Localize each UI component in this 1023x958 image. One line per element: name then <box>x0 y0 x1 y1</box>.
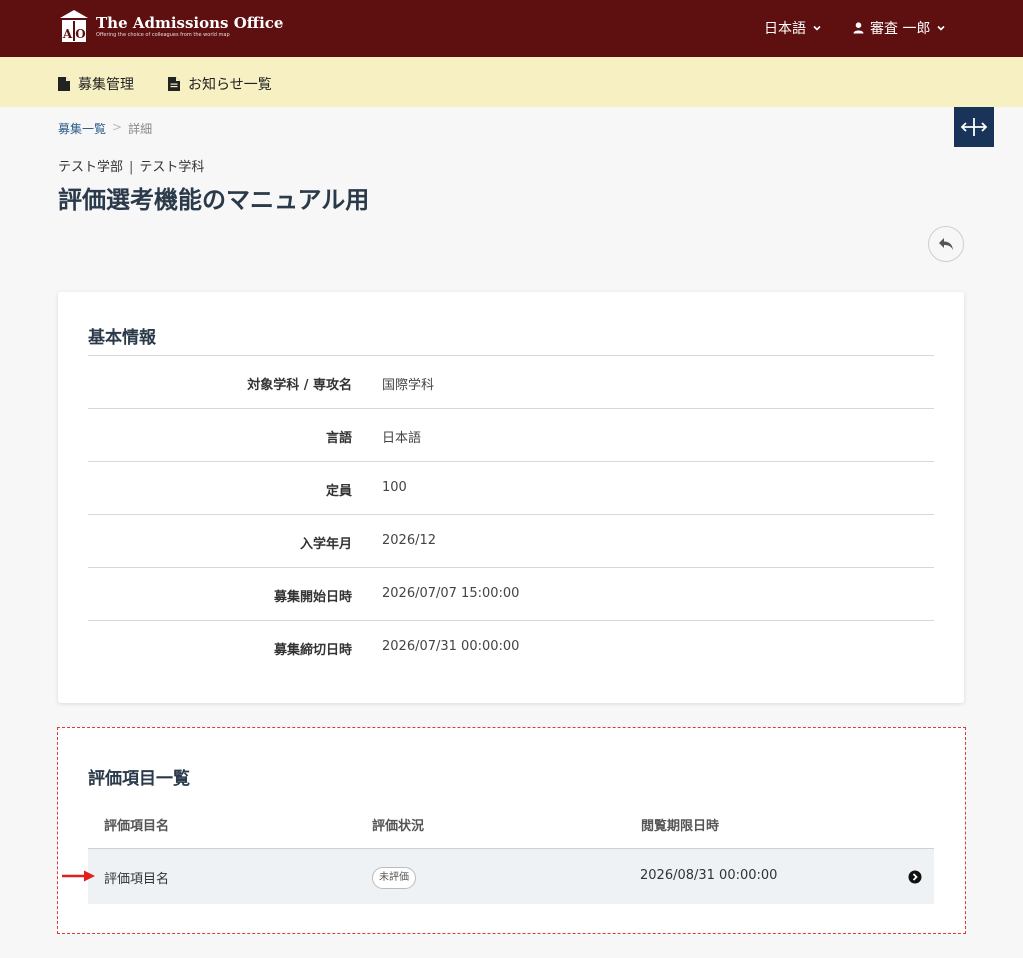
info-label: 言語 <box>325 431 352 446</box>
info-row-capacity: 定員 100 <box>88 461 934 514</box>
basic-info-table: 対象学科 / 専攻名 国際学科 言語 日本語 定員 100 入学年月 2026/… <box>88 355 934 673</box>
chevron-down-icon <box>813 25 821 31</box>
info-row-department: 対象学科 / 専攻名 国際学科 <box>88 355 934 408</box>
user-name: 審査 一郎 <box>870 21 931 37</box>
back-button[interactable] <box>928 226 964 262</box>
info-row-enrollment: 入学年月 2026/12 <box>88 514 934 567</box>
info-row-deadline: 募集締切日時 2026/07/31 00:00:00 <box>88 620 934 673</box>
faculty-name: テスト学部 <box>58 160 124 175</box>
page-subtitle: テスト学部 | テスト学科 <box>58 156 204 175</box>
user-icon <box>853 22 864 34</box>
logo-letter-o: O <box>75 27 85 41</box>
chevron-circle-right-icon[interactable] <box>908 870 922 884</box>
logo-title: The Admissions Office <box>96 13 284 32</box>
reply-arrow-icon <box>939 238 953 250</box>
nav-recruitment-management[interactable]: 募集管理 <box>58 74 134 94</box>
top-header: A O The Admissions Office Offering the c… <box>0 0 1023 57</box>
column-header-deadline: 閲覧期限日時 <box>641 819 720 834</box>
evaluation-items-card: 評価項目一覧 評価項目名 評価状況 閲覧期限日時 評価項目名 未評価 2026/… <box>57 727 966 934</box>
info-label: 入学年月 <box>299 537 352 552</box>
info-label: 定員 <box>325 484 352 499</box>
subtitle-divider: | <box>129 160 134 175</box>
chevron-down-icon <box>937 25 946 31</box>
logo[interactable]: A O The Admissions Office Offering the c… <box>58 8 283 44</box>
language-selector[interactable]: 日本語 <box>764 18 822 38</box>
annotation-arrow-icon <box>62 870 95 882</box>
evaluation-items-title: 評価項目一覧 <box>88 769 190 789</box>
column-header-item-name: 評価項目名 <box>104 819 170 834</box>
logo-tagline: Offering the choice of colleagues from t… <box>96 31 230 38</box>
document-text-icon <box>168 77 180 91</box>
basic-info-card: 基本情報 対象学科 / 専攻名 国際学科 言語 日本語 定員 100 入学年月 … <box>58 292 964 703</box>
nav-label: 募集管理 <box>78 77 134 93</box>
department-name: テスト学科 <box>139 160 205 175</box>
info-value: 2026/12 <box>382 533 437 548</box>
info-row-start-date: 募集開始日時 2026/07/07 15:00:00 <box>88 567 934 620</box>
info-value: 国際学科 <box>382 378 435 393</box>
language-label: 日本語 <box>764 21 806 37</box>
nav-notice-list[interactable]: お知らせ一覧 <box>168 74 272 94</box>
logo-building-icon: A O <box>58 8 90 44</box>
expand-width-button[interactable] <box>954 107 994 147</box>
info-value: 日本語 <box>382 431 422 446</box>
info-label: 募集開始日時 <box>273 590 352 605</box>
basic-info-title: 基本情報 <box>88 328 156 348</box>
column-header-status: 評価状況 <box>372 819 425 834</box>
evaluation-item-name: 評価項目名 <box>104 872 170 887</box>
info-value: 2026/07/07 15:00:00 <box>382 586 520 601</box>
user-menu[interactable]: 審査 一郎 <box>853 18 946 38</box>
document-icon <box>58 77 70 91</box>
breadcrumb-separator: > <box>112 120 123 134</box>
info-value: 100 <box>382 480 407 495</box>
viewing-deadline: 2026/08/31 00:00:00 <box>640 868 778 883</box>
breadcrumb: 募集一覧 > 詳細 <box>58 120 152 137</box>
info-value: 2026/07/31 00:00:00 <box>382 639 520 654</box>
page-title: 評価選考機能のマニュアル用 <box>58 186 370 214</box>
info-label: 対象学科 / 専攻名 <box>247 378 352 393</box>
sub-navigation: 募集管理 お知らせ一覧 <box>0 57 1023 107</box>
info-label: 募集締切日時 <box>273 643 352 658</box>
nav-label: お知らせ一覧 <box>188 77 272 93</box>
expand-horizontal-icon <box>960 118 988 136</box>
logo-letter-a: A <box>62 27 73 41</box>
info-row-language: 言語 日本語 <box>88 408 934 461</box>
breadcrumb-recruitment-list[interactable]: 募集一覧 <box>58 120 106 137</box>
table-row[interactable]: 評価項目名 未評価 2026/08/31 00:00:00 <box>88 849 934 904</box>
breadcrumb-current: 詳細 <box>128 122 153 136</box>
status-badge: 未評価 <box>372 867 416 889</box>
